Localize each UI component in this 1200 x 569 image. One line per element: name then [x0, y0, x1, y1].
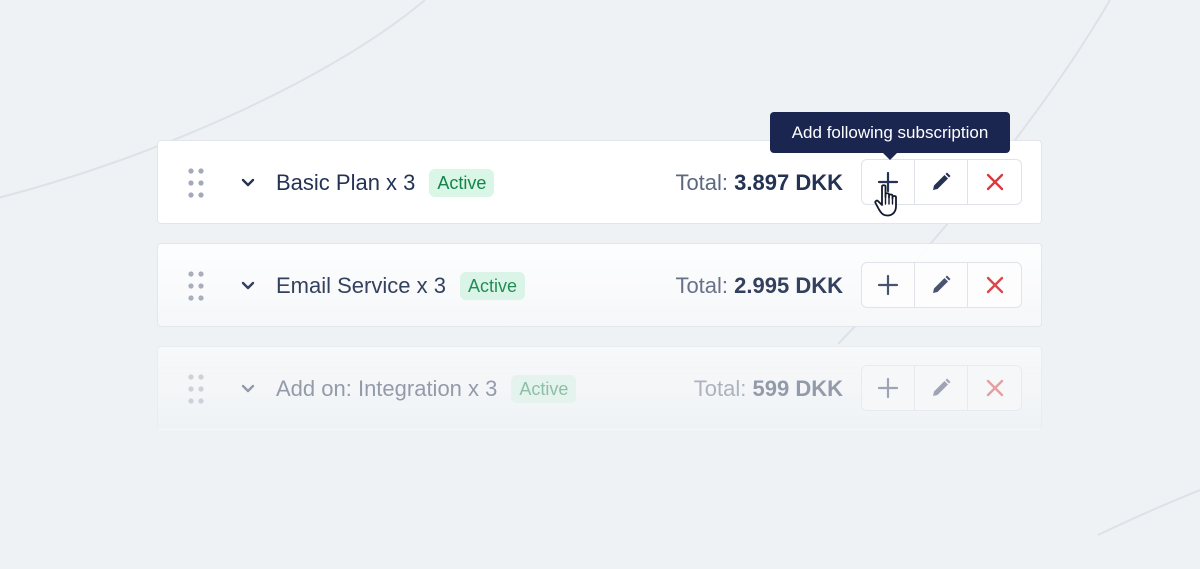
- pencil-icon: [933, 378, 951, 396]
- status-badge: Active: [459, 272, 525, 300]
- chevron-down-icon[interactable]: [240, 175, 256, 191]
- drag-handle-icon[interactable]: [188, 271, 204, 301]
- pencil-icon: [933, 275, 951, 293]
- subscription-total: Total: 3.897 DKK: [675, 169, 843, 197]
- delete-subscription-button[interactable]: [968, 366, 1021, 410]
- total-amount: 3.897 DKK: [734, 170, 843, 195]
- subscription-total: Total: 2.995 DKK: [675, 272, 843, 300]
- subscription-total: Total: 599 DKK: [694, 375, 843, 403]
- edit-subscription-button[interactable]: [915, 366, 968, 410]
- edit-subscription-button[interactable]: [915, 160, 968, 204]
- add-subscription-button[interactable]: [862, 366, 915, 410]
- subscription-name-text: Email Service x 3: [276, 273, 446, 298]
- close-icon: [986, 276, 1003, 294]
- hand-pointer-icon: [874, 184, 897, 217]
- add-subscription-tooltip: Add following subscription: [770, 112, 1010, 160]
- subscription-name: Email Service x 3 Active: [276, 272, 525, 300]
- chevron-down-icon[interactable]: [240, 381, 256, 397]
- total-label: Total:: [675, 170, 729, 195]
- status-badge: Active: [511, 375, 577, 403]
- subscription-list-stage: Basic Plan x 3 Active Total: 3.897 DKK E…: [0, 0, 1200, 569]
- close-icon: [986, 379, 1003, 397]
- subscription-row-integration-addon[interactable]: Add on: Integration x 3 Active Total: 59…: [157, 346, 1042, 430]
- edit-subscription-button[interactable]: [915, 263, 968, 307]
- add-subscription-button[interactable]: [862, 263, 915, 307]
- close-icon: [986, 173, 1003, 191]
- plus-icon: [877, 377, 899, 399]
- delete-subscription-button[interactable]: [968, 160, 1021, 204]
- row-actions: [861, 262, 1022, 308]
- drag-handle-icon[interactable]: [188, 168, 204, 198]
- row-actions: [861, 365, 1022, 411]
- status-badge: Active: [429, 169, 495, 197]
- subscription-row-email-service[interactable]: Email Service x 3 Active Total: 2.995 DK…: [157, 243, 1042, 327]
- total-amount: 2.995 DKK: [734, 273, 843, 298]
- subscription-name: Add on: Integration x 3 Active: [276, 375, 577, 403]
- subscription-name-text: Basic Plan x 3: [276, 170, 416, 195]
- total-amount: 599 DKK: [752, 376, 843, 401]
- subscription-name: Basic Plan x 3 Active: [276, 169, 495, 197]
- delete-subscription-button[interactable]: [968, 263, 1021, 307]
- chevron-down-icon[interactable]: [240, 278, 256, 294]
- plus-icon: [877, 274, 899, 296]
- drag-handle-icon[interactable]: [188, 374, 204, 404]
- subscription-name-text: Add on: Integration x 3: [276, 376, 498, 401]
- total-label: Total:: [675, 273, 729, 298]
- pencil-icon: [933, 172, 951, 190]
- total-label: Total:: [693, 376, 747, 401]
